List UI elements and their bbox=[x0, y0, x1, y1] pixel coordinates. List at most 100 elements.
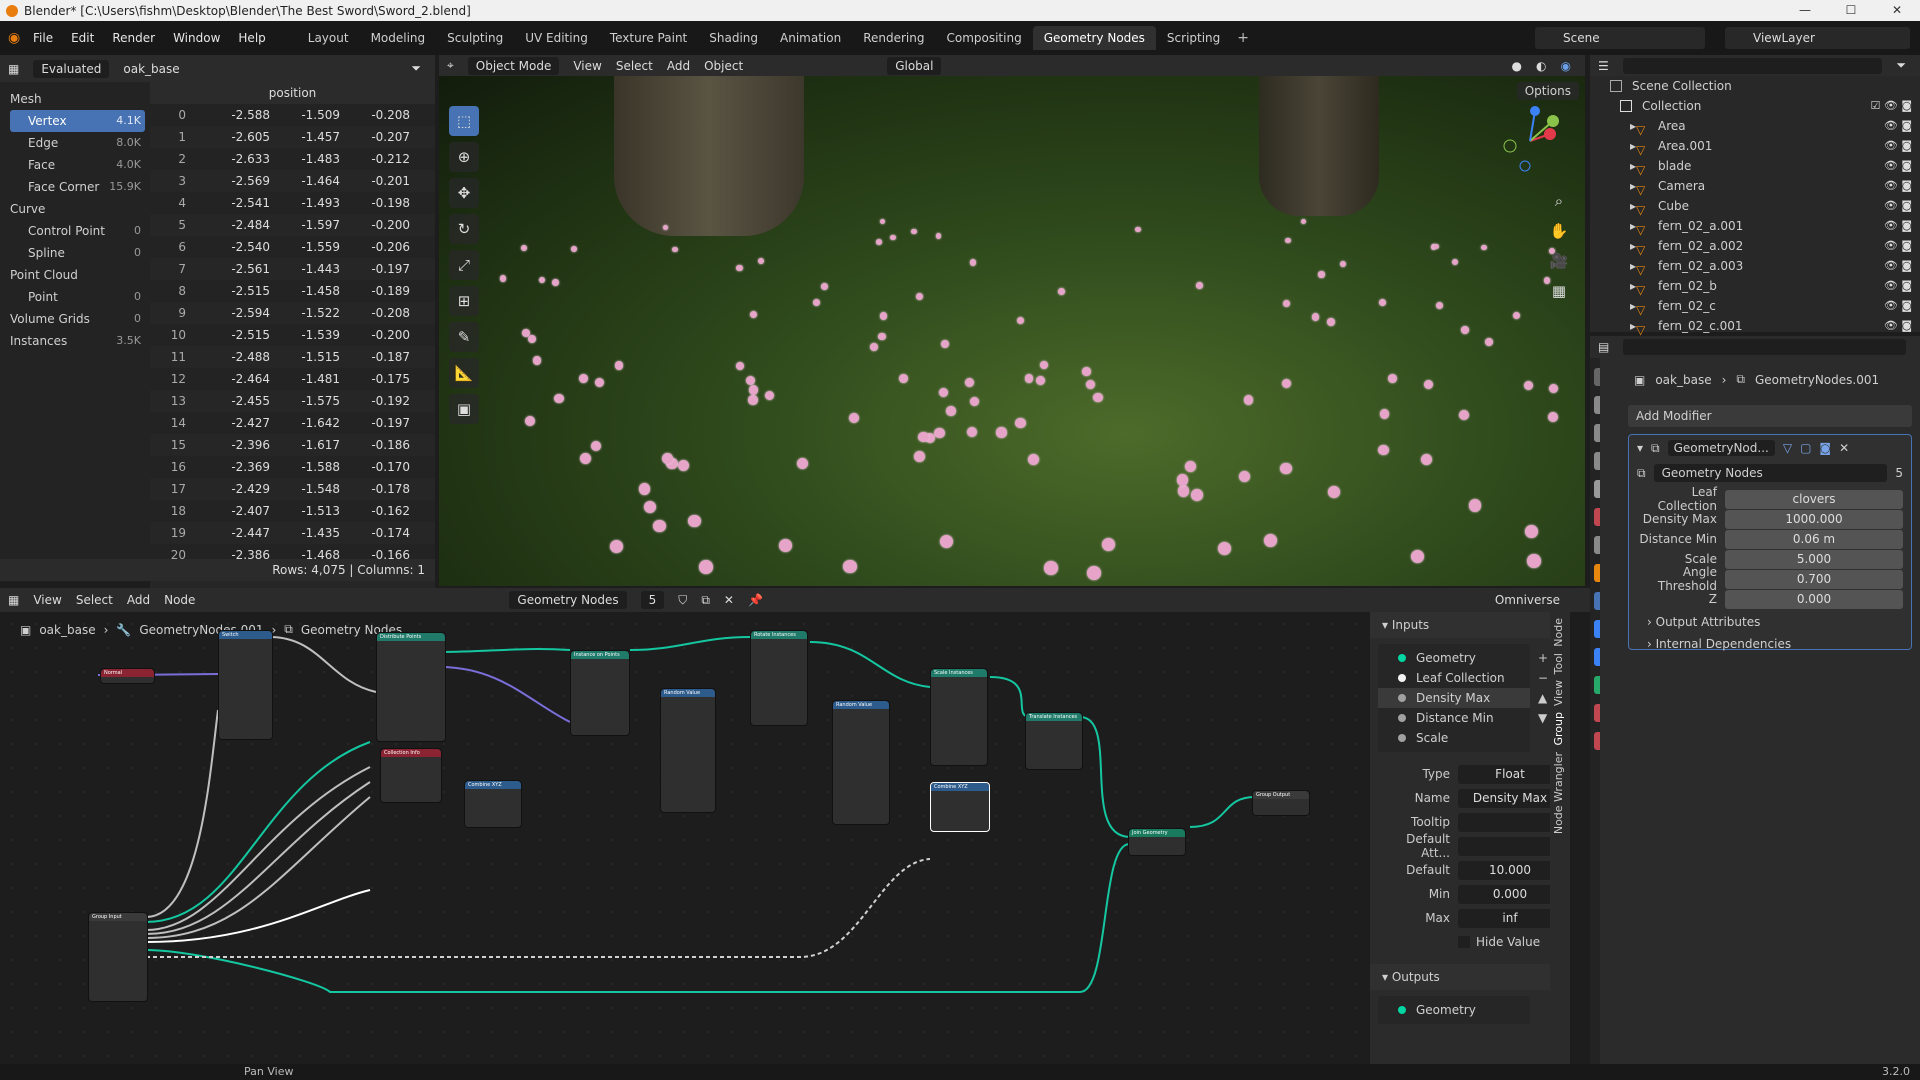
scale-icon[interactable]: ⤢ bbox=[449, 250, 479, 280]
max-field[interactable]: inf bbox=[1458, 908, 1562, 928]
zoom-icon[interactable]: ⌕ bbox=[1547, 186, 1571, 216]
pan-hand-icon[interactable]: ✋ bbox=[1547, 216, 1571, 246]
tab-uv-editing[interactable]: UV Editing bbox=[514, 26, 599, 50]
inputs-panel-header[interactable]: ▾ Inputs bbox=[1370, 612, 1570, 638]
outliner-item[interactable]: ▸ ▽ fern_02_a.002 👁 ◙ bbox=[1590, 236, 1920, 257]
close-modifier-icon[interactable]: ✕ bbox=[1839, 441, 1849, 455]
visibility-icons[interactable]: 👁 ◙ bbox=[1884, 216, 1912, 236]
outliner-collection[interactable]: Collection ☑ 👁 ◙ bbox=[1590, 96, 1920, 116]
distribute-points-node[interactable]: Distribute Points bbox=[376, 632, 446, 742]
add-socket-icon[interactable]: + bbox=[1538, 648, 1548, 668]
viewport-editor-icon[interactable]: ⌖ bbox=[447, 58, 454, 73]
default-attribute-field[interactable] bbox=[1458, 836, 1562, 856]
domain-point[interactable]: Point 0 bbox=[10, 286, 145, 308]
modifier-name-field[interactable]: GeometryNod... bbox=[1667, 440, 1775, 456]
visibility-icons[interactable]: 👁 ◙ bbox=[1884, 136, 1912, 156]
modifier-field-value[interactable]: 0.700 bbox=[1725, 569, 1903, 589]
combine-xyz-node[interactable]: Combine XYZ bbox=[930, 782, 990, 832]
shading-material-icon[interactable]: ◐ bbox=[1536, 59, 1546, 73]
tab-geometry-nodes[interactable]: Geometry Nodes bbox=[1032, 26, 1156, 50]
tooltip-field[interactable] bbox=[1458, 812, 1562, 832]
input-distance-min[interactable]: Distance Min bbox=[1378, 708, 1530, 728]
unlink-icon[interactable]: ✕ bbox=[724, 593, 734, 607]
tab-tool[interactable]: Tool bbox=[1552, 653, 1565, 674]
node-group-users[interactable]: 5 bbox=[1895, 466, 1903, 480]
domain-face-corner[interactable]: Face Corner 15.9K bbox=[10, 176, 145, 198]
outputs-panel-header[interactable]: ▾ Outputs bbox=[1370, 964, 1570, 990]
node-tree-selector[interactable]: Geometry Nodes bbox=[509, 591, 627, 609]
domain-spline[interactable]: Spline 0 bbox=[10, 242, 145, 264]
object-mode-dropdown[interactable]: Object Mode bbox=[467, 56, 560, 75]
shading-solid-icon[interactable]: ● bbox=[1512, 59, 1522, 73]
viewport-menu-object[interactable]: Object bbox=[704, 59, 743, 73]
visibility-icons[interactable]: 👁 ◙ bbox=[1884, 176, 1912, 196]
domain-edge[interactable]: Edge 8.0K bbox=[10, 132, 145, 154]
type-dropdown[interactable]: Float bbox=[1458, 764, 1562, 784]
properties-editor-icon[interactable]: ▤ bbox=[1598, 340, 1609, 354]
instance-on-points-node[interactable]: Instance on Points bbox=[570, 650, 630, 736]
tab-scripting[interactable]: Scripting bbox=[1156, 26, 1231, 50]
outliner-scene-collection[interactable]: Scene Collection bbox=[1590, 76, 1920, 96]
menu-window[interactable]: Window bbox=[164, 31, 229, 45]
domain-volume-grids[interactable]: Volume Grids 0 bbox=[10, 308, 145, 330]
node-menu-add[interactable]: Add bbox=[127, 593, 150, 607]
tab-compositing[interactable]: Compositing bbox=[935, 26, 1032, 50]
scene-selector[interactable]: Scene bbox=[1535, 27, 1705, 49]
combine-xyz-node-2[interactable]: Combine XYZ bbox=[464, 780, 522, 828]
node-group-field[interactable]: Geometry Nodes bbox=[1653, 464, 1888, 482]
camera-view-icon[interactable]: 🎥 bbox=[1547, 246, 1571, 276]
join-geometry-node[interactable]: Join Geometry bbox=[1128, 828, 1186, 856]
viewport-menu-select[interactable]: Select bbox=[616, 59, 653, 73]
modifier-field-value[interactable]: 0.000 bbox=[1725, 589, 1903, 609]
properties-search-input[interactable] bbox=[1623, 339, 1906, 355]
domain-face[interactable]: Face 4.0K bbox=[10, 154, 145, 176]
visibility-icons[interactable]: 👁 ◙ bbox=[1884, 196, 1912, 216]
tab-animation[interactable]: Animation bbox=[769, 26, 852, 50]
tab-node-wrangler[interactable]: Node Wrangler bbox=[1552, 752, 1565, 834]
tab-sculpting[interactable]: Sculpting bbox=[436, 26, 514, 50]
add-workspace-icon[interactable]: + bbox=[1237, 30, 1249, 46]
min-field[interactable]: 0.000 bbox=[1458, 884, 1562, 904]
visibility-icons[interactable]: 👁 ◙ bbox=[1884, 156, 1912, 176]
domain-instances[interactable]: Instances 3.5K bbox=[10, 330, 145, 352]
visibility-icons[interactable]: 👁 ◙ bbox=[1884, 236, 1912, 256]
menu-render[interactable]: Render bbox=[103, 31, 164, 45]
scale-instances-node[interactable]: Scale Instances bbox=[930, 668, 988, 766]
tab-view[interactable]: View bbox=[1552, 680, 1565, 706]
outliner-item[interactable]: ▸ ▽ Area.001 👁 ◙ bbox=[1590, 136, 1920, 157]
outliner-item[interactable]: ▸ ▽ fern_02_a.001 👁 ◙ bbox=[1590, 216, 1920, 237]
tab-rendering[interactable]: Rendering bbox=[852, 26, 935, 50]
modifier-field-value[interactable]: 0.06 m bbox=[1725, 529, 1903, 549]
output-attributes-panel[interactable]: › Output Attributes bbox=[1629, 609, 1911, 635]
add-modifier-dropdown[interactable]: Add Modifier bbox=[1628, 405, 1912, 427]
pin-icon[interactable]: 📌 bbox=[748, 593, 763, 607]
tab-modeling[interactable]: Modeling bbox=[360, 26, 437, 50]
switch-node[interactable]: Switch bbox=[218, 630, 273, 740]
domain-point-cloud[interactable]: Point Cloud bbox=[10, 264, 145, 286]
outliner-item[interactable]: ▸ ▽ Area 👁 ◙ bbox=[1590, 116, 1920, 137]
group-input-node[interactable]: Group Input bbox=[88, 912, 148, 1002]
random-value-node[interactable]: Random Value bbox=[660, 688, 716, 813]
tab-group[interactable]: Group bbox=[1552, 712, 1565, 746]
column-header-position[interactable]: position bbox=[150, 82, 435, 104]
node-menu-select[interactable]: Select bbox=[76, 593, 113, 607]
tab-shading[interactable]: Shading bbox=[698, 26, 769, 50]
output-geometry[interactable]: Geometry bbox=[1378, 1000, 1530, 1020]
node-menu-node[interactable]: Node bbox=[164, 593, 195, 607]
rotate-instances-node[interactable]: Rotate Instances bbox=[750, 630, 808, 726]
modifier-field-value[interactable]: 1000.000 bbox=[1725, 509, 1903, 529]
input-density-max[interactable]: Density Max bbox=[1378, 688, 1530, 708]
select-box-icon[interactable]: ⬚ bbox=[449, 106, 479, 136]
remove-socket-icon[interactable]: − bbox=[1538, 668, 1548, 688]
edit-mode-icon[interactable]: ▽ bbox=[1783, 441, 1792, 455]
internal-dependencies-panel[interactable]: › Internal Dependencies bbox=[1629, 635, 1911, 653]
visibility-icons[interactable]: 👁 ◙ bbox=[1884, 316, 1912, 336]
outliner-item[interactable]: ▸ ▽ fern_02_c 👁 ◙ bbox=[1590, 296, 1920, 317]
add-cube-icon[interactable]: ▣ bbox=[449, 394, 479, 424]
annotate-icon[interactable]: ✎ bbox=[449, 322, 479, 352]
blender-menu-icon[interactable]: ◉ bbox=[8, 30, 20, 46]
grid-view-icon[interactable]: ▦ bbox=[1547, 276, 1571, 306]
collection-info-node[interactable]: Collection Info bbox=[380, 748, 442, 803]
hide-value-checkbox[interactable] bbox=[1458, 936, 1470, 948]
view-layer-selector[interactable]: ViewLayer bbox=[1725, 27, 1910, 49]
